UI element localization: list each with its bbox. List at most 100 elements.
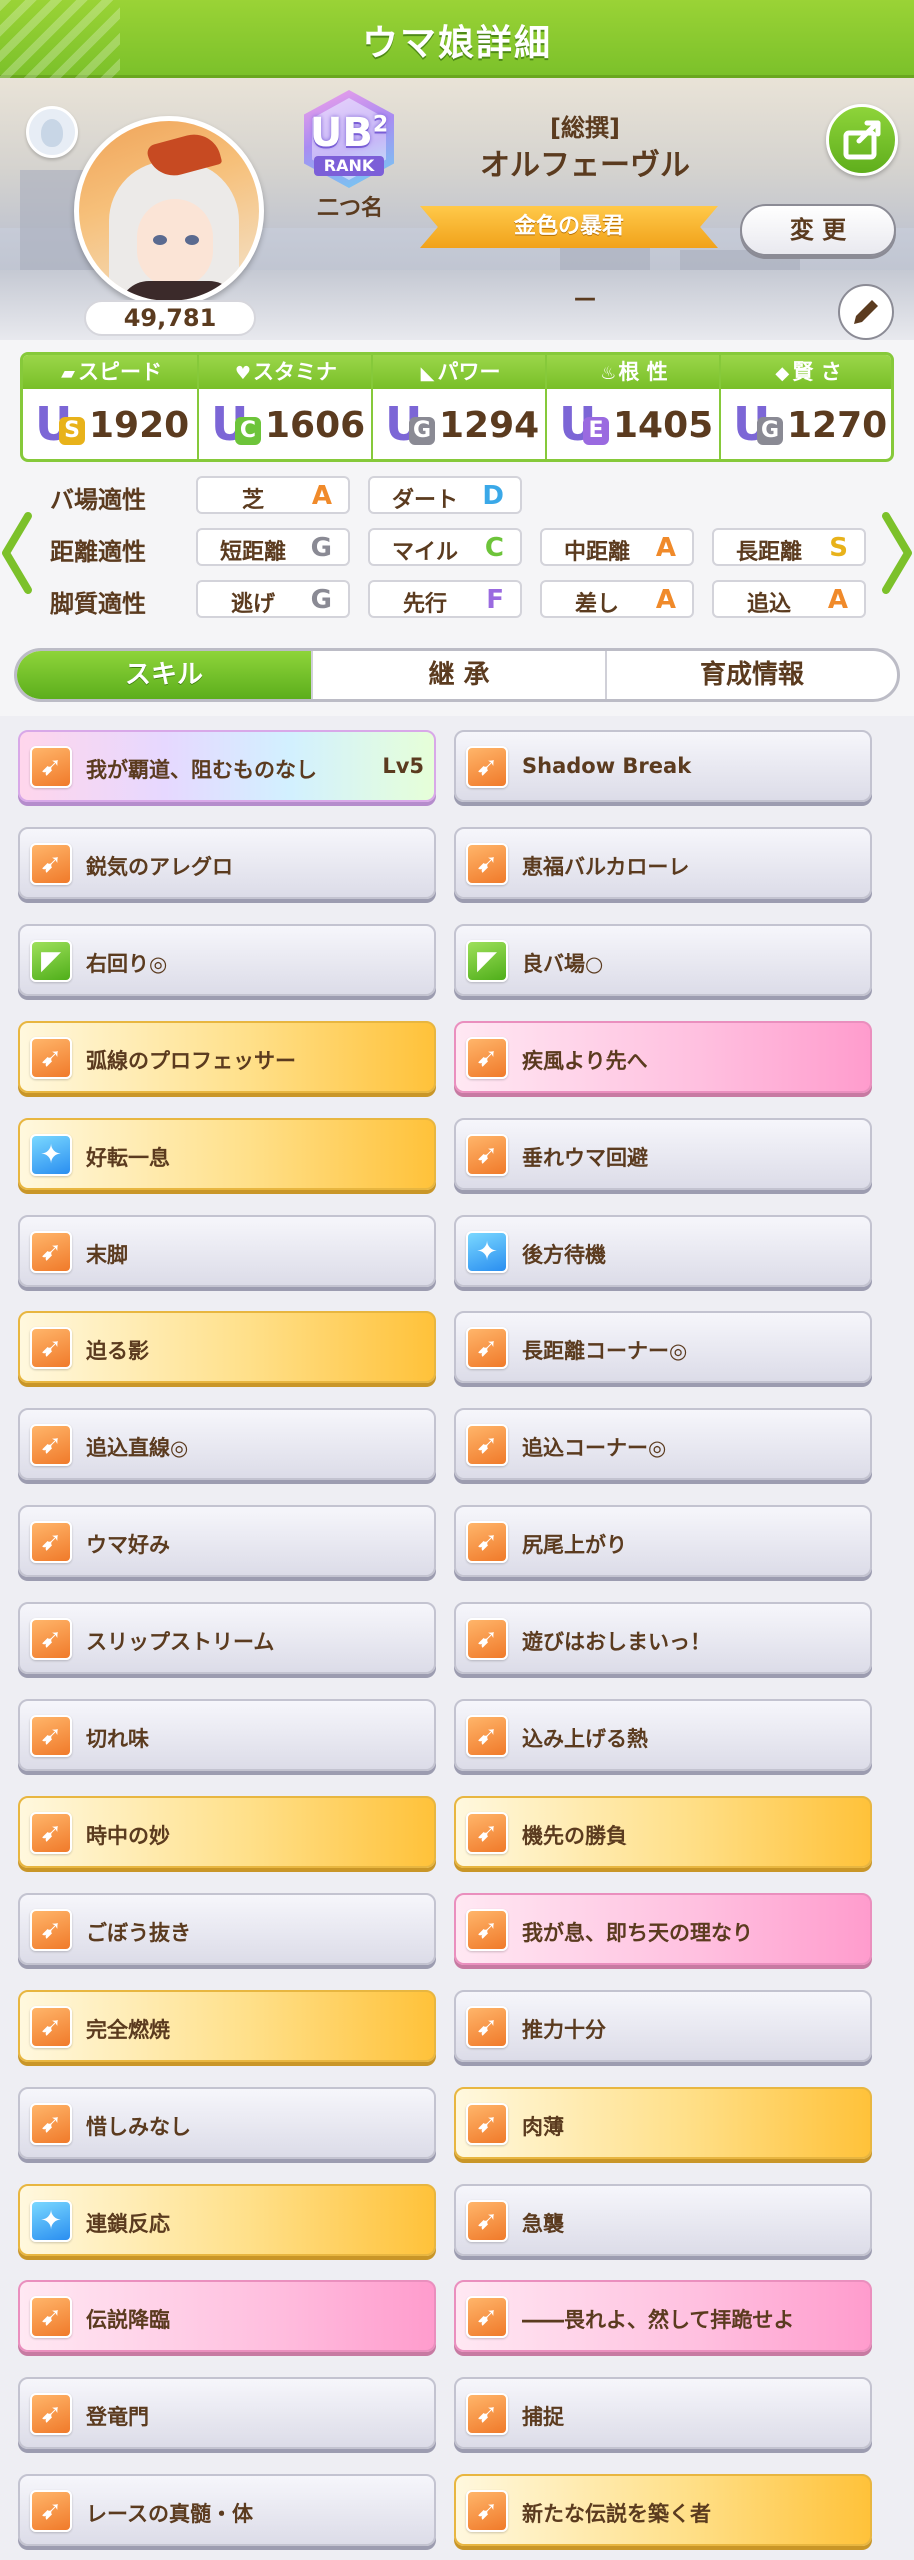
skill-name: レースの真髄・体: [86, 2502, 253, 2526]
skill-icon: ➹: [30, 1618, 72, 1660]
stat-value: 1920: [89, 405, 190, 446]
title-ribbon: 金色の暴君: [420, 206, 718, 248]
skill-card[interactable]: ➹ 長距離コーナー◎: [454, 1311, 872, 1383]
skill-icon: ➹: [466, 746, 508, 788]
page-title: ウマ娘詳細: [361, 23, 552, 64]
skill-card[interactable]: ➹ 末脚: [18, 1215, 436, 1287]
skill-name: 末脚: [86, 1243, 128, 1267]
skill-card[interactable]: ➹ 肉薄: [454, 2087, 872, 2159]
skill-icon: ➹: [466, 1134, 508, 1176]
skill-name: 我が息、即ち天の理なり: [522, 1921, 753, 1945]
skill-card[interactable]: ➹ ――畏れよ、然して拝跪せよ: [454, 2280, 872, 2352]
skill-card[interactable]: ➹ 推力十分: [454, 1990, 872, 2062]
skill-card[interactable]: ➹ 我が息、即ち天の理なり: [454, 1893, 872, 1965]
skill-icon: ➹: [30, 746, 72, 788]
rank-label: RANK: [314, 156, 384, 176]
nickname-label: 二つ名: [316, 196, 383, 221]
skill-card[interactable]: ◤ 右回り◎: [18, 924, 436, 996]
skill-icon: ➹: [30, 1327, 72, 1369]
skill-card[interactable]: ➹ 遊びはおしまいっ！: [454, 1602, 872, 1674]
skill-card[interactable]: ➹ 迫る影: [18, 1311, 436, 1383]
skill-icon: ➹: [466, 843, 508, 885]
skill-card[interactable]: ➹ 新たな伝説を築く者: [454, 2474, 872, 2546]
skill-icon: ◤: [466, 940, 508, 982]
skill-card[interactable]: ➹ 完全燃焼: [18, 1990, 436, 2062]
skill-name: 鋭気のアレグロ: [86, 855, 233, 879]
skill-card[interactable]: ✦ 後方待機: [454, 1215, 872, 1287]
stat-power: ◣ パワー UG 1294: [371, 355, 545, 459]
skill-icon: ➹: [466, 1715, 508, 1757]
nickname-value: －: [571, 286, 598, 316]
skill-card[interactable]: ➹ ごぼう抜き: [18, 1893, 436, 1965]
costume-name: [総撰]: [550, 114, 620, 142]
share-button[interactable]: [826, 104, 898, 176]
skill-name: 恵福バルカローレ: [522, 855, 690, 879]
stat-grade: US: [35, 397, 85, 451]
skill-card[interactable]: ➹ Shadow Break: [454, 730, 872, 802]
aptitude-row-distance: 距離適性 短距離 G マイル C 中距離 A 長距離 S: [0, 526, 914, 570]
skill-name: 込み上げる熱: [522, 1727, 648, 1751]
skill-icon: ◤: [30, 940, 72, 982]
skill-card[interactable]: ➹ 惜しみなし: [18, 2087, 436, 2159]
skill-card[interactable]: ➹ 時中の妙: [18, 1796, 436, 1868]
skill-card[interactable]: ◤ 良バ場○: [454, 924, 872, 996]
aptitude-sprint: 短距離 G: [196, 528, 350, 566]
rank-badge[interactable]: UB2 RANK: [300, 90, 398, 196]
previous-chara-button[interactable]: [0, 508, 34, 598]
skill-icon: ➹: [466, 2200, 508, 2242]
skill-card[interactable]: ➹ ウマ好み: [18, 1505, 436, 1577]
skill-card[interactable]: ➹ 垂れウマ回避: [454, 1118, 872, 1190]
skill-card[interactable]: ✦ 連鎖反応: [18, 2184, 436, 2256]
tab-skills[interactable]: スキル: [17, 651, 311, 699]
skill-card[interactable]: ➹ 疾風より先へ: [454, 1021, 872, 1093]
skill-name: 完全燃焼: [86, 2018, 170, 2042]
skill-card[interactable]: ➹ 恵福バルカローレ: [454, 827, 872, 899]
change-title-button[interactable]: 変 更: [740, 204, 896, 256]
skill-name: 我が覇道、阻むものなし: [86, 758, 317, 782]
skill-card[interactable]: ➹ 尻尾上がり: [454, 1505, 872, 1577]
skill-card[interactable]: ➹ 機先の勝負: [454, 1796, 872, 1868]
skill-name: 機先の勝負: [522, 1824, 627, 1848]
skill-icon: ➹: [30, 2490, 72, 2532]
mini-chara-avatar[interactable]: [26, 106, 78, 158]
skill-name: 追込直線◎: [86, 1436, 189, 1460]
skill-card[interactable]: ➹ 込み上げる熱: [454, 1699, 872, 1771]
skill-card[interactable]: ➹ 追込直線◎: [18, 1408, 436, 1480]
aptitude-betweener: 差し A: [540, 580, 694, 618]
heart-icon: ♥: [234, 363, 252, 384]
flame-icon: ♨: [600, 363, 617, 384]
edit-nickname-button[interactable]: [838, 284, 894, 340]
skill-icon: ➹: [466, 2393, 508, 2435]
skill-card[interactable]: ➹ 切れ味: [18, 1699, 436, 1771]
skill-name: 好転一息: [86, 1146, 170, 1170]
skill-card[interactable]: ➹ 捕捉: [454, 2377, 872, 2449]
skill-icon: ✦: [30, 1134, 72, 1176]
skill-card[interactable]: ➹ レースの真髄・体: [18, 2474, 436, 2546]
aptitude-mile: マイル C: [368, 528, 522, 566]
share-icon: [843, 120, 881, 160]
skill-name: 伝説降臨: [86, 2308, 170, 2332]
skill-icon: ➹: [466, 1521, 508, 1563]
next-chara-button[interactable]: [880, 508, 914, 598]
skill-name: 捕捉: [522, 2405, 564, 2429]
aptitude-dirt: ダート D: [368, 476, 522, 514]
profile-hero: 49,781 UB2 RANK 二つ名 [総撰] オルフェーヴル 金色の暴君 変…: [0, 78, 914, 340]
skill-icon: ➹: [466, 1812, 508, 1854]
chevron-left-icon: [2, 512, 32, 594]
skill-card[interactable]: ➹ 急襲: [454, 2184, 872, 2256]
skill-card[interactable]: ➹ 弧線のプロフェッサー: [18, 1021, 436, 1093]
skill-card[interactable]: ➹ 登竜門: [18, 2377, 436, 2449]
tab-training-info[interactable]: 育成情報: [605, 651, 897, 699]
skill-card[interactable]: ➹ 追込コーナー◎: [454, 1408, 872, 1480]
skill-card[interactable]: ➹ 伝説降臨: [18, 2280, 436, 2352]
skill-icon: ➹: [30, 843, 72, 885]
skill-icon: ➹: [30, 2393, 72, 2435]
skill-card[interactable]: ✦ 好転一息: [18, 1118, 436, 1190]
skill-card[interactable]: ➹ スリップストリーム: [18, 1602, 436, 1674]
tab-inheritance[interactable]: 継 承: [311, 651, 605, 699]
skill-card[interactable]: ➹ 我が覇道、阻むものなし Lv5: [18, 730, 436, 802]
skill-card[interactable]: ➹ 鋭気のアレグロ: [18, 827, 436, 899]
aptitude-panel: バ場適性 芝 A ダート D 距離適性 短距離 G マイル C 中距離 A 長距…: [0, 474, 914, 634]
skill-name: ごぼう抜き: [86, 1921, 191, 1945]
skill-name: 連鎖反応: [86, 2212, 170, 2236]
